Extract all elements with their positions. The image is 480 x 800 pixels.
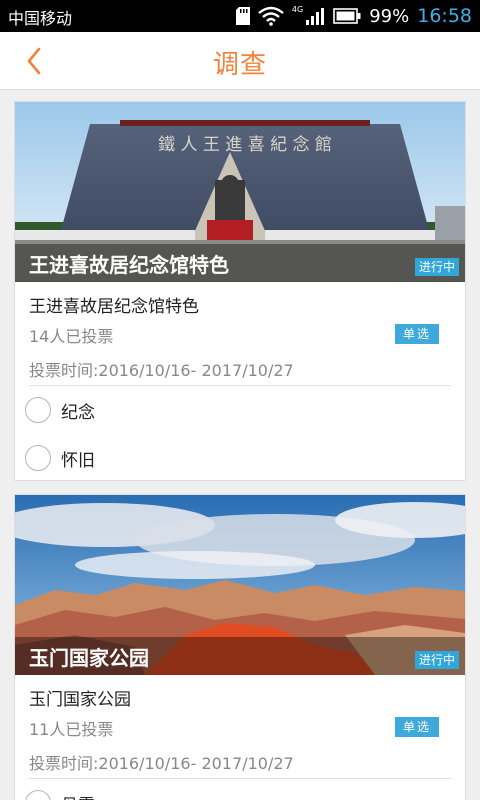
survey-card[interactable]: 玉门国家公园 进行中 玉门国家公园 11人已投票 单选 投票时间:2016/10… bbox=[14, 494, 466, 800]
survey-photo: 玉门国家公园 进行中 bbox=[15, 495, 465, 675]
vote-period: 投票时间:2016/10/16- 2017/10/27 bbox=[29, 361, 294, 380]
divider bbox=[29, 778, 451, 779]
battery-percent: 99% bbox=[369, 5, 410, 27]
photo-title: 玉门国家公园 bbox=[29, 646, 149, 670]
divider bbox=[29, 385, 451, 386]
sd-card-icon bbox=[235, 7, 250, 25]
option-label: 丹霞 bbox=[61, 791, 95, 800]
vote-option[interactable]: 怀旧 bbox=[25, 438, 325, 478]
option-label: 怀旧 bbox=[61, 450, 95, 471]
building-sign: 鐵 人 王 進 喜 紀 念 館 bbox=[158, 134, 332, 155]
status-icons: 4G 99% 16:58 bbox=[235, 3, 472, 29]
vote-count: 11人已投票 bbox=[29, 720, 114, 739]
battery-icon bbox=[333, 8, 361, 24]
radio-button[interactable] bbox=[25, 790, 51, 800]
vote-option[interactable]: 丹霞 bbox=[25, 783, 325, 800]
survey-photo: 鐵 人 王 進 喜 紀 念 館 王进喜故居纪念馆特色 进行中 bbox=[15, 102, 465, 282]
option-label: 纪念 bbox=[61, 402, 95, 423]
signal-icon bbox=[306, 8, 325, 25]
photo-title: 王进喜故居纪念馆特色 bbox=[29, 253, 229, 277]
vote-count: 14人已投票 bbox=[29, 327, 114, 346]
vote-period: 投票时间:2016/10/16- 2017/10/27 bbox=[29, 754, 294, 773]
vote-type-badge: 单选 bbox=[395, 717, 439, 737]
radio-button[interactable] bbox=[25, 397, 51, 423]
status-bar: 中国移动 4G 99% 16:58 bbox=[0, 0, 480, 32]
radio-button[interactable] bbox=[25, 445, 51, 471]
survey-list[interactable]: 鐵 人 王 進 喜 紀 念 館 王进喜故居纪念馆特色 进行中 王进喜故居纪念馆特… bbox=[0, 90, 480, 800]
carrier-name: 中国移动 bbox=[8, 9, 73, 28]
app-header: 调查 bbox=[0, 32, 480, 90]
page-title: 调查 bbox=[212, 50, 267, 80]
survey-card[interactable]: 鐵 人 王 進 喜 紀 念 館 王进喜故居纪念馆特色 进行中 王进喜故居纪念馆特… bbox=[14, 101, 466, 481]
status-badge: 进行中 bbox=[414, 651, 459, 669]
status-badge: 进行中 bbox=[414, 258, 459, 276]
survey-title: 王进喜故居纪念馆特色 bbox=[29, 297, 199, 317]
wifi-icon bbox=[258, 6, 284, 26]
vote-type-badge: 单选 bbox=[395, 324, 439, 344]
vote-option[interactable]: 纪念 bbox=[25, 390, 325, 430]
survey-title: 玉门国家公园 bbox=[29, 690, 131, 710]
clock: 16:58 bbox=[417, 5, 472, 27]
network-type: 4G bbox=[291, 4, 304, 14]
